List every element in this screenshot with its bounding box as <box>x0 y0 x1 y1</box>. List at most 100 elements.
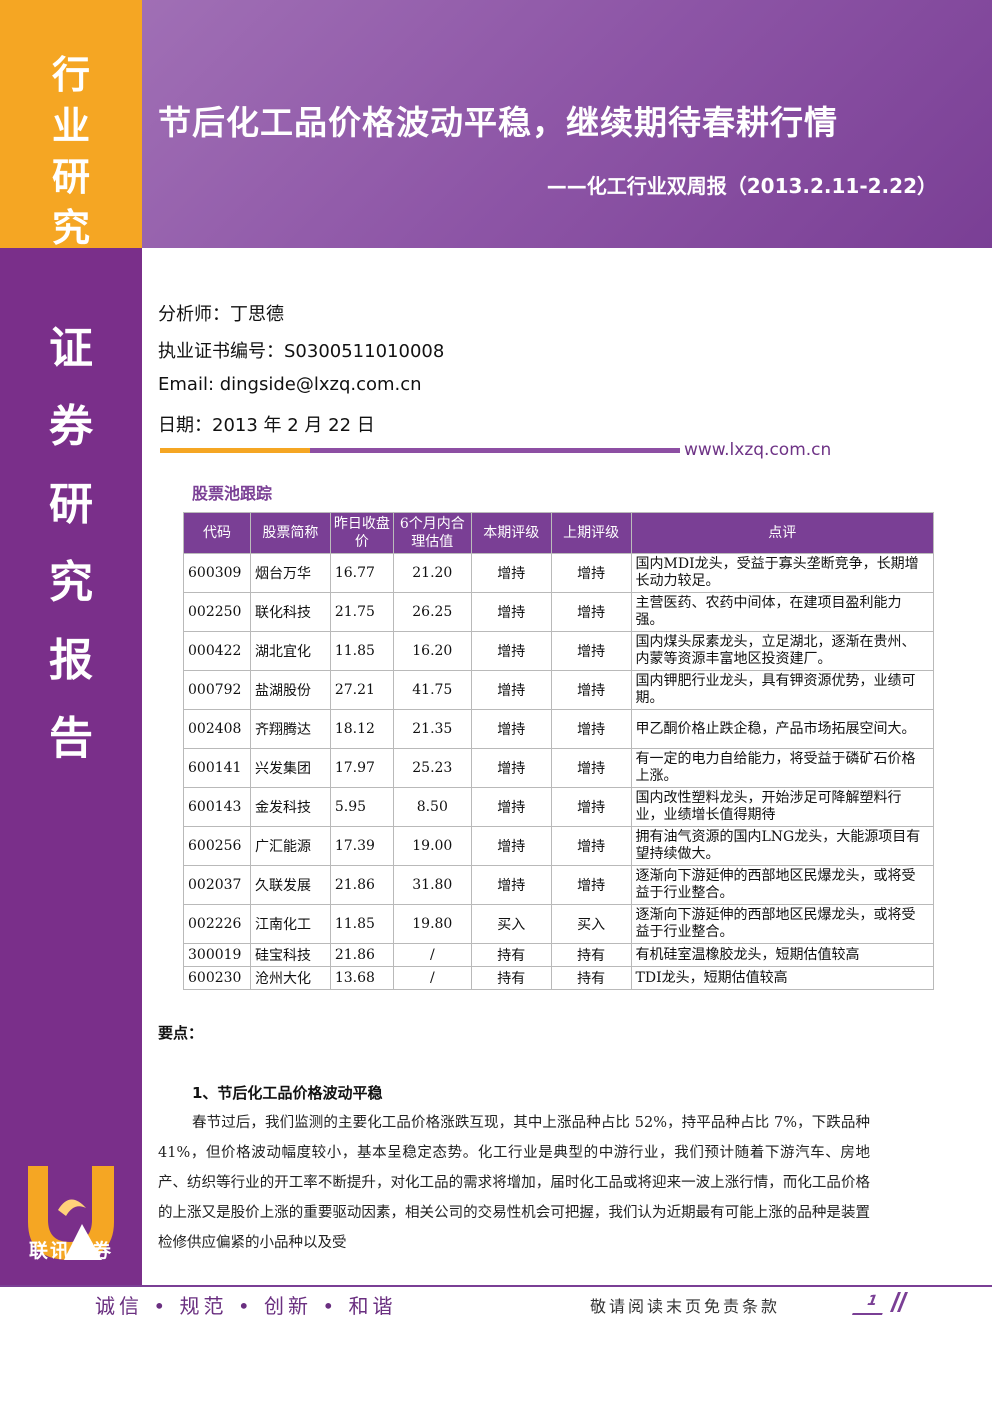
table-row: 600143 金发科技 5.95 8.50 增持 增持 国内改性塑料龙头，开始涉足可降解塑料… <box>183 787 935 827</box>
table-cell-comment: 拥有油气资源的国内LNG龙头，大能源项目有望持续做大。 <box>630 826 935 866</box>
report-vertical-label: 证 券 研 究 报 告 <box>49 323 93 764</box>
table-cell-close: 11.85 <box>329 631 394 671</box>
table-cell-rating: 增持 <box>470 709 552 749</box>
table-cell-close: 21.86 <box>329 865 394 905</box>
table-cell-close: 18.12 <box>329 709 394 749</box>
table-cell-target: 21.20 <box>392 553 472 593</box>
footer-divider <box>0 1285 992 1287</box>
table-cell-code: 000422 <box>183 631 251 671</box>
report-subtitle: ——化工行业双周报（2013.2.11-2.22） <box>546 174 937 198</box>
table-cell-target: 21.35 <box>392 709 472 749</box>
table-cell-prev-rating: 持有 <box>550 943 632 967</box>
table-cell-rating: 买入 <box>470 904 552 944</box>
divider <box>160 444 680 454</box>
table-cell-close: 11.85 <box>329 904 394 944</box>
report-date: 日期：2013 年 2 月 22 日 <box>158 415 375 436</box>
analyst: 分析师：丁思德 <box>158 304 284 325</box>
table-cell-code: 002037 <box>183 865 251 905</box>
table-cell-name: 硅宝科技 <box>249 943 331 967</box>
table-row: 600309 烟台万华 16.77 21.20 增持 增持 国内MDI龙头，受益于寡头垄断竞… <box>183 553 935 593</box>
table-cell-name: 沧州大化 <box>249 966 331 990</box>
table-cell-target: 16.20 <box>392 631 472 671</box>
table-cell-rating: 增持 <box>470 865 552 905</box>
table-cell-comment: 有一定的电力自给能力，将受益于磷矿石价格上涨。 <box>630 748 935 788</box>
table-cell-code: 000792 <box>183 670 251 710</box>
table-cell-prev-rating: 增持 <box>550 787 632 827</box>
table-cell-close: 17.39 <box>329 826 394 866</box>
table-cell-code: 600143 <box>183 787 251 827</box>
table-cell-comment: 国内MDI龙头，受益于寡头垄断竞争，长期增长动力较足。 <box>630 553 935 593</box>
table-cell-target: 25.23 <box>392 748 472 788</box>
table-cell-prev-rating: 增持 <box>550 865 632 905</box>
table-cell-comment: 国内改性塑料龙头，开始涉足可降解塑料行业，业绩增长值得期待 <box>630 787 935 827</box>
table-cell-name: 盐湖股份 <box>249 670 331 710</box>
table-cell-name: 湖北宜化 <box>249 631 331 671</box>
table-cell-name: 广汇能源 <box>249 826 331 866</box>
table-cell-comment: 国内煤头尿素龙头，立足湖北，逐渐在贵州、内蒙等资源丰富地区投资建厂。 <box>630 631 935 671</box>
table-cell-name: 烟台万华 <box>249 553 331 593</box>
col-header: 代码 <box>183 512 251 554</box>
col-header: 点评 <box>630 512 935 554</box>
table-row: 002037 久联发展 21.86 31.80 增持 增持 逐渐向下游延伸的西部地区民爆龙头… <box>183 865 935 905</box>
table-row: 000792 盐湖股份 27.21 41.75 增持 增持 国内钾肥行业龙头，具有钾资源优势… <box>183 670 935 710</box>
table-cell-code: 002226 <box>183 904 251 944</box>
table-cell-comment: 有机硅室温橡胶龙头，短期估值较高 <box>630 943 935 967</box>
section-heading: 1、节后化工品价格波动平稳 <box>192 1084 383 1102</box>
table-cell-comment: 甲乙酮价格止跌企稳，产品市场拓展空间大。 <box>630 709 935 749</box>
table-cell-target: 8.50 <box>392 787 472 827</box>
table-cell-rating: 增持 <box>470 787 552 827</box>
table-cell-close: 21.75 <box>329 592 394 632</box>
stock-pool-table: 代码 股票简称 昨日收盘价 6个月内合理估值 本期评级 上期评级 点评 6003… <box>183 512 935 990</box>
table-cell-rating: 增持 <box>470 826 552 866</box>
table-cell-prev-rating: 增持 <box>550 553 632 593</box>
table-header-row: 代码 股票简称 昨日收盘价 6个月内合理估值 本期评级 上期评级 点评 <box>183 512 935 554</box>
table-cell-prev-rating: 增持 <box>550 670 632 710</box>
table-cell-name: 金发科技 <box>249 787 331 827</box>
table-cell-comment: 逐渐向下游延伸的西部地区民爆龙头，或将受益于行业整合。 <box>630 904 935 944</box>
table-cell-rating: 持有 <box>470 943 552 967</box>
table-cell-rating: 持有 <box>470 966 552 990</box>
table-cell-close: 21.86 <box>329 943 394 967</box>
table-cell-target: / <box>392 966 472 990</box>
table-cell-prev-rating: 增持 <box>550 592 632 632</box>
table-cell-code: 002250 <box>183 592 251 632</box>
table-cell-close: 27.21 <box>329 670 394 710</box>
report-title: 节后化工品价格波动平稳，继续期待春耕行情 <box>158 103 838 142</box>
col-header: 上期评级 <box>550 512 632 554</box>
license-number: 执业证书编号：S0300511010008 <box>158 341 445 362</box>
table-cell-close: 17.97 <box>329 748 394 788</box>
table-cell-prev-rating: 增持 <box>550 826 632 866</box>
col-header: 股票简称 <box>249 512 331 554</box>
table-cell-close: 13.68 <box>329 966 394 990</box>
table-cell-comment: 逐渐向下游延伸的西部地区民爆龙头，或将受益于行业整合。 <box>630 865 935 905</box>
table-cell-rating: 增持 <box>470 553 552 593</box>
stock-pool-title: 股票池跟踪 <box>192 484 273 503</box>
website-link[interactable]: www.lxzq.com.cn <box>684 440 831 460</box>
stripe-decoration <box>890 1292 908 1312</box>
table-cell-target: 19.80 <box>392 904 472 944</box>
table-cell-prev-rating: 增持 <box>550 709 632 749</box>
table-cell-code: 600256 <box>183 826 251 866</box>
table-cell-rating: 增持 <box>470 592 552 632</box>
table-cell-close: 5.95 <box>329 787 394 827</box>
col-header: 6个月内合理估值 <box>392 512 472 554</box>
table-cell-rating: 增持 <box>470 670 552 710</box>
table-cell-rating: 增持 <box>470 748 552 788</box>
table-cell-prev-rating: 增持 <box>550 748 632 788</box>
table-row: 600230 沧州大化 13.68/持有 持有 TDI龙头，短期估值较高 <box>183 966 935 990</box>
table-cell-prev-rating: 买入 <box>550 904 632 944</box>
table-cell-name: 兴发集团 <box>249 748 331 788</box>
table-cell-rating: 增持 <box>470 631 552 671</box>
table-row: 300019 硅宝科技 21.86/持有 持有 有机硅室温橡胶龙头，短期估值较高 <box>183 943 935 967</box>
table-cell-comment: 主营医药、农药中间体，在建项目盈利能力强。 <box>630 592 935 632</box>
email[interactable]: Email: dingside@lxzq.com.cn <box>158 374 422 395</box>
table-row: 600141 兴发集团 17.97 25.23 增持 增持 有一定的电力自给能力，将受益于磷… <box>183 748 935 788</box>
industry-research-box: 行 业 研 究 <box>0 0 142 250</box>
table-cell-name: 江南化工 <box>249 904 331 944</box>
table-cell-target: 19.00 <box>392 826 472 866</box>
table-row: 000422 湖北宜化 11.85 16.20 增持 增持 国内煤头尿素龙头，立足湖北，逐渐… <box>183 631 935 671</box>
section-paragraph: 春节过后，我们监测的主要化工品价格涨跌互现，其中上涨品种占比 52%，持平品种占… <box>158 1115 870 1251</box>
col-header: 昨日收盘价 <box>329 512 394 554</box>
brand-name: 联讯证券 <box>28 1240 113 1262</box>
table-cell-name: 久联发展 <box>249 865 331 905</box>
